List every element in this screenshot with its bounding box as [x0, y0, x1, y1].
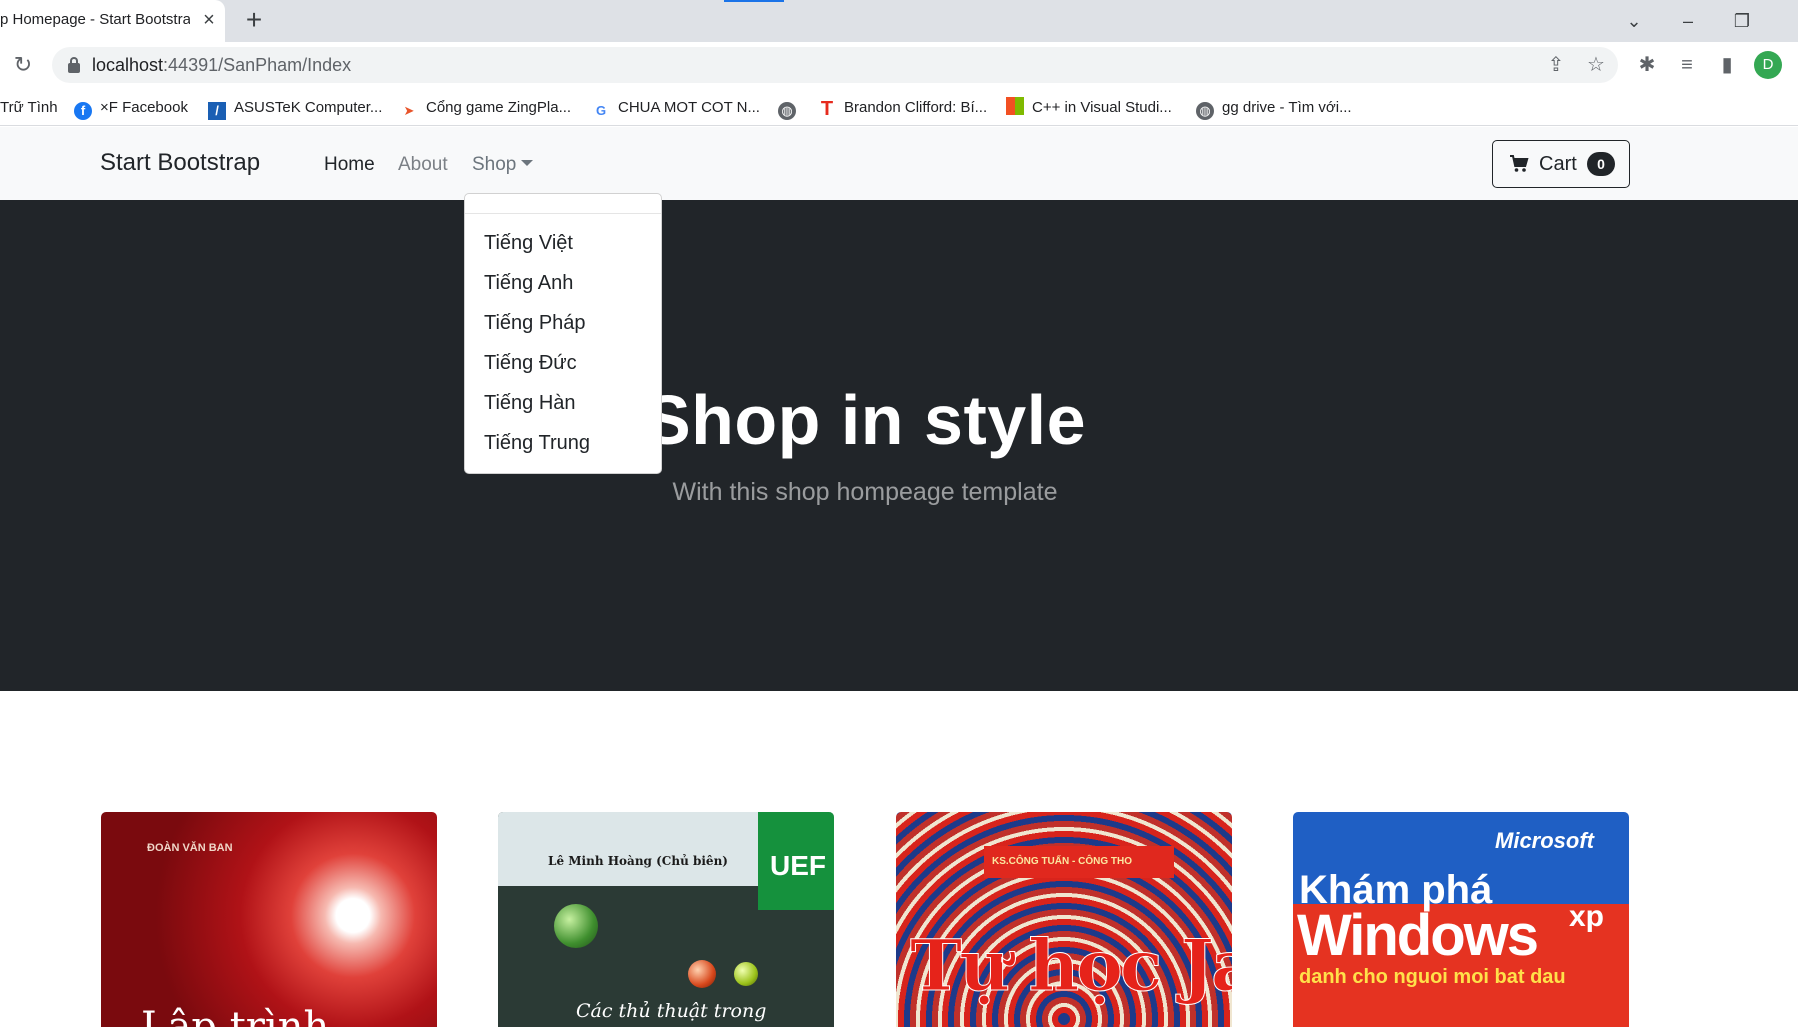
new-tab-button[interactable]: + — [240, 6, 268, 35]
dropdown-item-tieng-viet[interactable]: Tiếng Việt — [484, 232, 573, 255]
cart-label: Cart — [1539, 153, 1577, 175]
restore-button[interactable]: ❐ — [1722, 6, 1762, 36]
cart-icon — [1510, 155, 1529, 172]
cover-author: KS.CÔNG TUẤN - CÔNG THO — [992, 856, 1132, 867]
tab-close-icon[interactable]: × — [198, 9, 220, 31]
tab-title: p Homepage - Start Bootstrap — [0, 11, 190, 28]
cover-title-xp: xp — [1569, 900, 1605, 933]
navbar-brand[interactable]: Start Bootstrap — [100, 149, 260, 177]
dropdown-item-tieng-anh[interactable]: Tiếng Anh — [484, 272, 573, 295]
cover-title: Tự học JavaScript — [909, 924, 1232, 1008]
bookmark-item[interactable]: ➤ Cổng game ZingPla... — [400, 97, 572, 119]
browser-toolbar: ↻ localhost:44391/SanPham/Index ⇪ ☆ ✱ ≡ … — [0, 42, 1798, 88]
asus-icon: / — [208, 102, 226, 120]
product-image-1[interactable]: ĐOÀN VĂN BAN Lập trình — [101, 812, 437, 1027]
bookmark-item[interactable]: f ×F Facebook — [74, 97, 188, 120]
dropdown-item-tieng-trung[interactable]: Tiếng Trung — [484, 432, 590, 455]
cover-planet — [734, 962, 758, 986]
minimize-button[interactable]: – — [1668, 6, 1708, 36]
zing-icon: ➤ — [403, 103, 415, 118]
address-bar[interactable]: localhost:44391/SanPham/Index ⇪ ☆ — [52, 47, 1618, 83]
products-section: ĐOÀN VĂN BAN Lập trình UEF Lê Minh Hoàng… — [0, 691, 1798, 1027]
cover-badge: UEF — [770, 850, 826, 881]
profile-avatar[interactable]: D — [1754, 51, 1782, 79]
media-control-icon[interactable]: ≡ — [1674, 52, 1700, 78]
cover-title: Lập trình — [141, 1004, 330, 1027]
url-text[interactable]: localhost:44391/SanPham/Index — [92, 55, 351, 76]
dropdown-divider — [465, 213, 661, 214]
bookmark-star-icon[interactable]: ☆ — [1584, 53, 1608, 77]
product-image-4[interactable]: Microsoft Khám phá Windows xp danh cho n… — [1293, 812, 1629, 1027]
nav-link-home[interactable]: Home — [324, 154, 375, 176]
tab-loading-indicator — [724, 0, 784, 2]
caret-down-icon — [521, 160, 534, 166]
google-icon: G — [595, 103, 607, 118]
tab-search-icon[interactable]: ⌄ — [1614, 6, 1654, 36]
cart-button[interactable]: Cart 0 — [1492, 140, 1630, 188]
side-panel-icon[interactable]: ▮ — [1714, 52, 1740, 78]
browser-tab-strip: p Homepage - Start Bootstrap × + ⌄ – ❐ — [0, 0, 1798, 42]
dropdown-item-tieng-duc[interactable]: Tiếng Đức — [484, 352, 577, 375]
share-icon[interactable]: ⇪ — [1544, 53, 1568, 77]
cover-brand: Microsoft — [1495, 828, 1594, 853]
cover-subtitle: danh cho nguoi moi bat dau — [1299, 966, 1566, 988]
dropdown-item-tieng-phap[interactable]: Tiếng Pháp — [484, 312, 586, 335]
product-image-3[interactable]: KS.CÔNG TUẤN - CÔNG THO Tự học JavaScrip… — [896, 812, 1232, 1027]
hero-subtitle: With this shop hompeage template — [672, 478, 1058, 506]
cover-author: Lê Minh Hoàng (Chủ biên) — [548, 854, 728, 868]
close-window-button[interactable] — [1772, 6, 1798, 36]
bookmark-item[interactable]: G CHUA MOT COT N... — [592, 97, 760, 119]
cover-planet — [554, 904, 598, 948]
cover-planet — [688, 960, 716, 988]
extensions-icon[interactable]: ✱ — [1634, 52, 1660, 78]
hero-header: Shop in style With this shop hompeage te… — [0, 200, 1798, 691]
cover-title: Các thủ thuật trong — [576, 1000, 767, 1022]
nav-link-about[interactable]: About — [398, 154, 448, 176]
globe-icon: ◍ — [1196, 102, 1214, 120]
bookmark-item[interactable]: C++ in Visual Studi... — [1006, 97, 1172, 119]
bookmark-item[interactable]: Trữ Tình — [0, 97, 58, 119]
microsoft-icon — [1006, 97, 1024, 115]
dropdown-item-tieng-han[interactable]: Tiếng Hàn — [484, 392, 576, 415]
bookmark-item[interactable]: ◍ — [778, 97, 804, 120]
bookmark-item[interactable]: ◍ gg drive - Tìm với... — [1196, 97, 1352, 120]
facebook-icon: f — [74, 102, 92, 120]
ted-icon: T — [820, 98, 834, 120]
bookmark-item[interactable]: / ASUSTeK Computer... — [208, 97, 382, 120]
browser-tab[interactable]: p Homepage - Start Bootstrap × — [0, 0, 225, 42]
bookmark-item[interactable]: T Brandon Clifford: Bí... — [818, 97, 987, 119]
nav-link-shop[interactable]: Shop — [472, 154, 534, 176]
bookmarks-bar: Trữ Tình f ×F Facebook / ASUSTeK Computer.… — [0, 88, 1798, 126]
lock-icon[interactable] — [68, 57, 80, 73]
globe-icon: ◍ — [778, 102, 796, 120]
reload-icon[interactable]: ↻ — [10, 52, 36, 78]
product-image-2[interactable]: UEF Lê Minh Hoàng (Chủ biên) Các thủ thu… — [498, 812, 834, 1027]
shop-dropdown-menu: Tiếng Việt Tiếng Anh Tiếng Pháp Tiếng Đứ… — [464, 193, 662, 474]
hero-title: Shop in style — [643, 381, 1087, 459]
site-navbar: Start Bootstrap Home About Shop Cart 0 — [0, 127, 1798, 200]
cover-title-windows: Windows — [1297, 903, 1539, 968]
cart-count-badge: 0 — [1587, 152, 1615, 176]
cover-author: ĐOÀN VĂN BAN — [147, 842, 233, 854]
